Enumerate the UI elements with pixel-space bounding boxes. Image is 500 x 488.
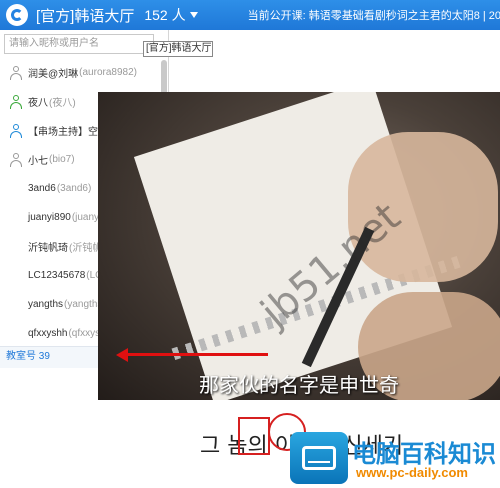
highlight-box [238, 417, 270, 455]
brand-title: 电脑百科知识 [352, 440, 496, 468]
search-input[interactable]: 请输入昵称或用户名 [4, 34, 154, 54]
user-icon [9, 152, 23, 167]
brand-url: www.pc-daily.com [356, 465, 468, 480]
arrow-line [126, 353, 268, 356]
user-icon-green [9, 94, 23, 109]
title-bar: [官方]韩语大厅 152 人 当前公开课: 韩语零基础看剧秒词之主君的太阳8 |… [0, 0, 500, 30]
room-name[interactable]: [官方]韩语大厅 [36, 5, 134, 26]
now-playing-text: 当前公开课: 韩语零基础看剧秒词之主君的太阳8 | 2015-05-21 20 [247, 10, 500, 22]
room-tooltip: [官方]韩语大厅 [143, 41, 213, 57]
user-count-dropdown[interactable]: 152 人 [144, 5, 198, 25]
video-subtitle: 那家伙的名字是申世奇 [199, 373, 399, 397]
user-icon [9, 65, 23, 80]
chevron-down-icon [189, 12, 198, 18]
app-logo-icon[interactable] [6, 4, 28, 26]
monitor-icon [290, 432, 348, 484]
user-icon-blue [9, 123, 23, 138]
user-count: 152 人 [144, 7, 186, 23]
site-branding: 电脑百科知识 www.pc-daily.com [290, 432, 500, 488]
list-item[interactable]: 润美@刘琳 (aurora8982) [0, 58, 162, 87]
